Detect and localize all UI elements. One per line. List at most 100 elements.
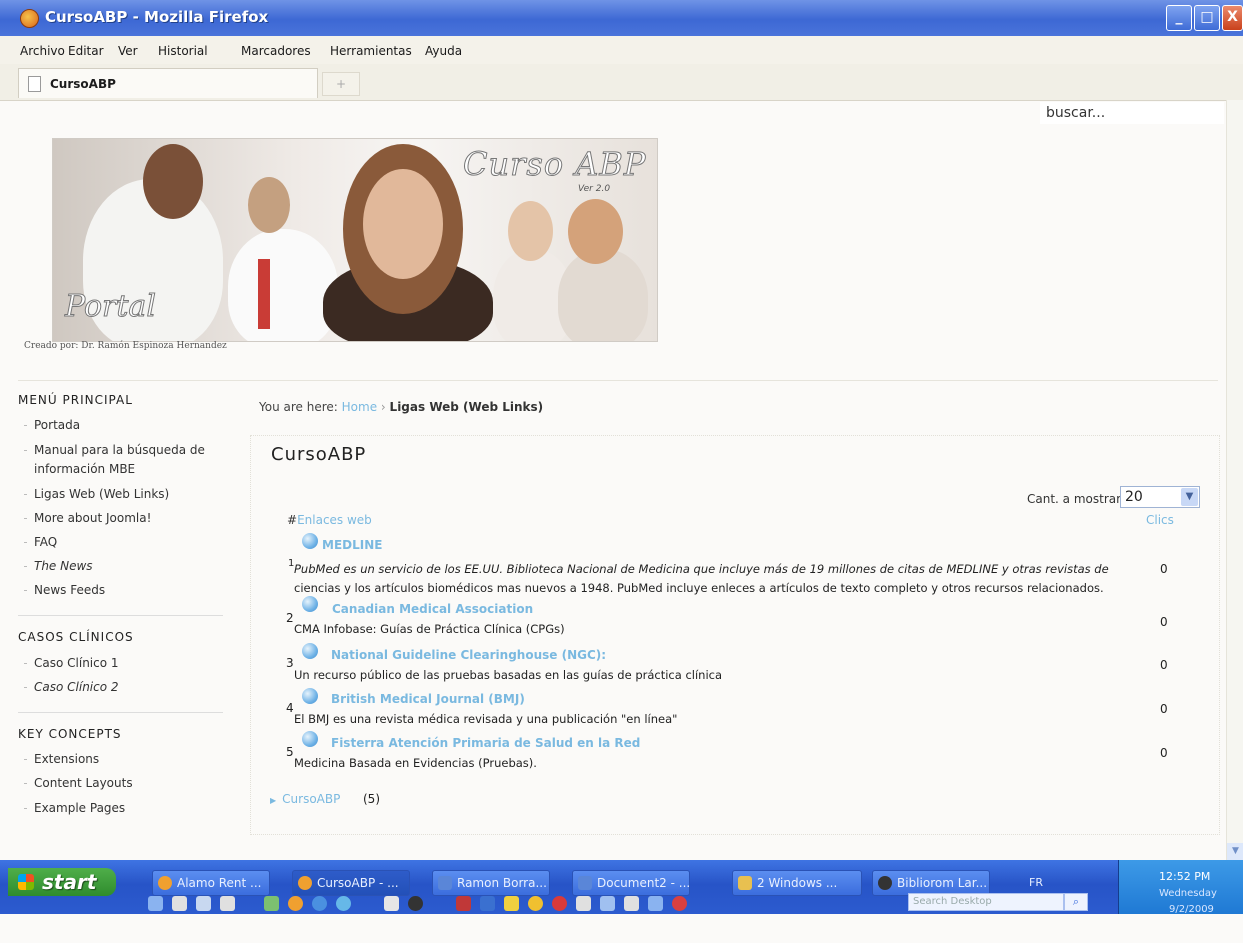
search-icon[interactable]: ⌕	[1064, 893, 1088, 911]
quicklaunch-icon[interactable]	[196, 896, 211, 911]
link-title-cma[interactable]: Canadian Medical Association	[332, 602, 533, 616]
quicklaunch-icon[interactable]	[552, 896, 567, 911]
task-document2[interactable]: Document2 - ...	[572, 870, 690, 896]
task-alamo-rent[interactable]: Alamo Rent ...	[152, 870, 270, 896]
sidebar-item-manual[interactable]: Manual para la búsqueda de información M…	[24, 441, 209, 479]
scroll-down-icon[interactable]: ▼	[1227, 843, 1243, 860]
banner-tie	[258, 259, 270, 329]
task-ramon-borra[interactable]: Ramon Borra...	[432, 870, 550, 896]
search-input[interactable]	[1040, 102, 1224, 124]
menu-ayuda[interactable]: Ayuda	[425, 44, 462, 58]
sidebar-item-example-pages[interactable]: Example Pages	[24, 799, 214, 818]
clock-time[interactable]: 12:52 PM	[1159, 870, 1210, 883]
quicklaunch-icon[interactable]	[220, 896, 235, 911]
minimize-button[interactable]: _	[1166, 5, 1192, 31]
menu-herramientas[interactable]: Herramientas	[330, 44, 412, 58]
link-description: Medicina Basada en Evidencias (Pruebas).	[294, 756, 537, 770]
quicklaunch-icon[interactable]	[504, 896, 519, 911]
link-clics: 0	[1160, 746, 1168, 760]
chevron-down-icon[interactable]: ▼	[1181, 488, 1198, 506]
quicklaunch-icon[interactable]	[264, 896, 279, 911]
quicklaunch-icon[interactable]	[624, 896, 639, 911]
task-label: Document2 - ...	[597, 876, 690, 890]
breadcrumb-separator: ›	[380, 400, 386, 414]
link-number: 5	[286, 745, 294, 759]
link-clics: 0	[1160, 562, 1168, 576]
sidebar-item-portada[interactable]: Portada	[24, 416, 214, 435]
header-banner: Curso ABP Ver 2.0 Portal	[52, 138, 658, 342]
word-icon	[578, 876, 592, 890]
quicklaunch-icon[interactable]	[456, 896, 471, 911]
quicklaunch-icon[interactable]	[672, 896, 687, 911]
tab-bar: CursoABP +	[0, 64, 1243, 101]
link-number: 4	[286, 701, 294, 715]
sidebar-item-content-layouts[interactable]: Content Layouts	[24, 774, 214, 793]
quicklaunch-icon[interactable]	[172, 896, 187, 911]
quicklaunch-icon[interactable]	[528, 896, 543, 911]
link-title-ngc[interactable]: National Guideline Clearinghouse (NGC):	[331, 648, 606, 662]
window-title-bar: CursoABP - Mozilla Firefox _ □ X	[0, 0, 1243, 36]
quicklaunch-icon[interactable]	[336, 896, 351, 911]
sidebar-item-the-news[interactable]: The News	[24, 557, 214, 576]
language-indicator[interactable]: FR	[1029, 876, 1043, 889]
banner-face-4	[508, 201, 553, 261]
menu-ver[interactable]: Ver	[118, 44, 138, 58]
window-title: CursoABP - Mozilla Firefox	[45, 8, 269, 26]
link-description: CMA Infobase: Guías de Práctica Clínica …	[294, 622, 565, 636]
display-count-value: 20	[1125, 489, 1143, 505]
sidebar-item-faq[interactable]: FAQ	[24, 533, 214, 552]
quicklaunch-icon[interactable]	[480, 896, 495, 911]
menu-editar[interactable]: Editar	[68, 44, 104, 58]
sidebar-item-ligas-web[interactable]: Ligas Web (Web Links)	[24, 485, 214, 504]
maximize-button[interactable]: □	[1194, 5, 1220, 31]
page-scrollbar[interactable]: ▼	[1226, 100, 1243, 860]
folder-icon	[738, 876, 752, 890]
menu-bar: Archivo Editar Ver Historial Marcadores …	[0, 36, 1243, 64]
task-label: Alamo Rent ...	[177, 876, 262, 890]
firefox-icon	[20, 9, 39, 28]
quicklaunch-icon[interactable]	[384, 896, 399, 911]
link-description: PubMed es un servicio de los EE.UU. Bibl…	[294, 562, 1109, 576]
breadcrumb-prefix: You are here:	[259, 400, 338, 414]
quicklaunch-icon[interactable]	[648, 896, 663, 911]
clock-date: 9/2/2009	[1169, 904, 1214, 915]
breadcrumb-home[interactable]: Home	[342, 400, 377, 414]
link-title-medline[interactable]: MEDLINE	[322, 538, 382, 552]
quicklaunch-icon[interactable]	[148, 896, 163, 911]
category-count: (5)	[363, 792, 380, 806]
tab-cursoabp[interactable]: CursoABP	[18, 68, 318, 98]
task-2-windows[interactable]: 2 Windows ...	[732, 870, 862, 896]
breadcrumb-current: Ligas Web (Web Links)	[389, 400, 544, 414]
quicklaunch-icon[interactable]	[576, 896, 591, 911]
sidebar-item-extensions[interactable]: Extensions	[24, 750, 214, 769]
menu-historial[interactable]: Historial	[158, 44, 208, 58]
link-clics: 0	[1160, 702, 1168, 716]
desktop-search-input[interactable]: Search Desktop	[908, 893, 1064, 911]
sidebar-item-joomla[interactable]: More about Joomla!	[24, 509, 214, 528]
firefox-icon[interactable]	[288, 896, 303, 911]
close-button[interactable]: X	[1222, 5, 1243, 31]
sidebar-item-caso-1[interactable]: Caso Clínico 1	[24, 654, 214, 673]
start-button[interactable]: start	[8, 868, 116, 896]
link-title-fisterra[interactable]: Fisterra Atención Primaria de Salud en l…	[331, 736, 640, 750]
word-icon	[438, 876, 452, 890]
link-description: El BMJ es una revista médica revisada y …	[294, 712, 678, 726]
menu-marcadores[interactable]: Marcadores	[241, 44, 311, 58]
banner-person-2	[228, 229, 338, 341]
link-title-bmj[interactable]: British Medical Journal (BMJ)	[331, 692, 525, 706]
category-link[interactable]: ▶ CursoABP	[270, 792, 340, 806]
quicklaunch-icon[interactable]	[600, 896, 615, 911]
firefox-icon	[158, 876, 172, 890]
task-cursoabp[interactable]: CursoABP - ...	[292, 870, 410, 896]
ie-icon[interactable]	[312, 896, 327, 911]
menu-archivo[interactable]: Archivo	[20, 44, 65, 58]
new-tab-button[interactable]: +	[322, 72, 360, 96]
display-count-label: Cant. a mostrar	[1027, 492, 1122, 506]
links-column-header[interactable]: #Enlaces web	[287, 513, 372, 527]
sidebar-item-caso-2[interactable]: Caso Clínico 2	[24, 678, 214, 697]
clics-column-header[interactable]: Clics	[1146, 513, 1174, 527]
quicklaunch-icon[interactable]	[408, 896, 423, 911]
sidebar-item-news-feeds[interactable]: News Feeds	[24, 581, 214, 600]
display-count-select[interactable]: 20 ▼	[1120, 486, 1200, 508]
number-column-header: #	[287, 513, 298, 527]
